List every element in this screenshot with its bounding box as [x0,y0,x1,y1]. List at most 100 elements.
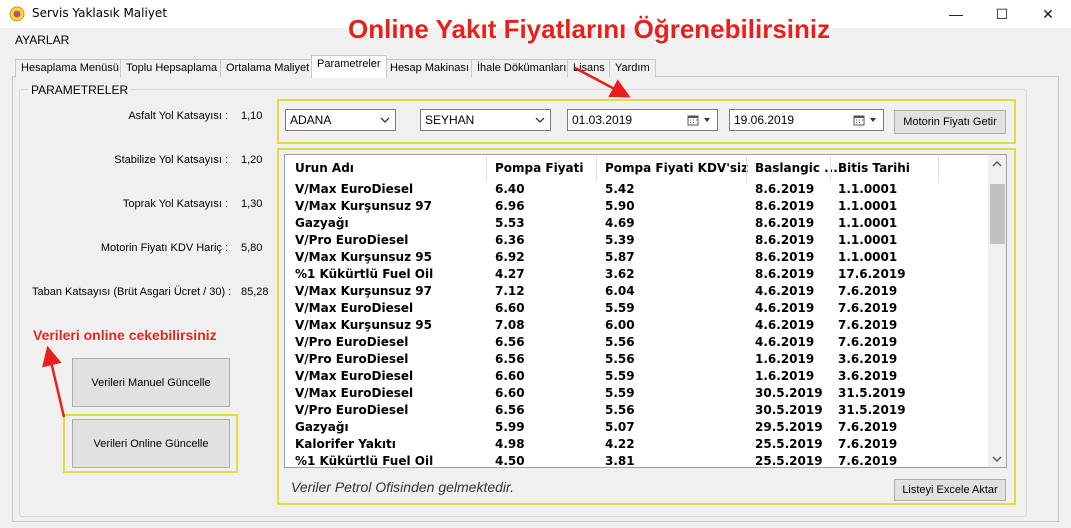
grid-cell[interactable]: 6.56 [495,403,525,417]
grid-cell[interactable]: 6.60 [495,386,525,400]
grid-cell[interactable]: 8.6.2019 [755,216,814,230]
column-header[interactable]: Pompa Fiyati KDV'siz [605,161,748,175]
grid-cell[interactable]: 4.50 [495,454,525,467]
column-divider[interactable] [938,156,939,182]
column-header[interactable]: Pompa Fiyati [495,161,584,175]
grid-cell[interactable]: 6.04 [605,284,635,298]
column-divider[interactable] [596,156,597,182]
grid-cell[interactable]: V/Pro EuroDiesel [295,335,408,349]
grid-cell[interactable]: 5.87 [605,250,635,264]
minimize-button[interactable]: — [933,0,979,28]
city-combobox[interactable]: ADANA [285,109,396,131]
grid-cell[interactable]: V/Pro EuroDiesel [295,403,408,417]
grid-cell[interactable]: 5.56 [605,403,635,417]
grid-cell[interactable]: V/Max Kurşunsuz 97 [295,199,432,213]
grid-cell[interactable]: 7.12 [495,284,525,298]
grid-cell[interactable]: 3.6.2019 [838,352,897,366]
get-fuel-price-button[interactable]: Motorin Fiyatı Getir [894,110,1006,134]
grid-cell[interactable]: %1 Kükürtlü Fuel Oil [295,454,433,467]
grid-cell[interactable]: 7.08 [495,318,525,332]
export-excel-button[interactable]: Listeyi Excele Aktar [894,479,1006,501]
grid-cell[interactable]: 1.1.0001 [838,233,897,247]
grid-cell[interactable]: 7.6.2019 [838,454,897,467]
grid-cell[interactable]: 4.6.2019 [755,335,814,349]
grid-cell[interactable]: 5.56 [605,352,635,366]
tab-ortalama-maliyet[interactable]: Ortalama Maliyet [220,59,316,77]
scrollbar-thumb[interactable] [990,184,1005,244]
grid-cell[interactable]: 1.1.0001 [838,250,897,264]
grid-cell[interactable]: 6.92 [495,250,525,264]
tab-ihale-dokumanlari[interactable]: İhale Dökümanları [471,59,573,77]
grid-cell[interactable]: 7.6.2019 [838,284,897,298]
grid-cell[interactable]: %1 Kükürtlü Fuel Oil [295,267,433,281]
column-divider[interactable] [830,156,831,182]
grid-cell[interactable]: 8.6.2019 [755,199,814,213]
grid-cell[interactable]: 5.90 [605,199,635,213]
grid-cell[interactable]: Kalorifer Yakıtı [295,437,396,451]
grid-cell[interactable]: 5.53 [495,216,525,230]
grid-cell[interactable]: 17.6.2019 [838,267,906,281]
grid-cell[interactable]: 5.99 [495,420,525,434]
grid-cell[interactable]: 7.6.2019 [838,420,897,434]
grid-cell[interactable]: 5.59 [605,301,635,315]
grid-cell[interactable]: 5.39 [605,233,635,247]
scroll-down-icon[interactable] [991,453,1003,465]
grid-cell[interactable]: 6.36 [495,233,525,247]
grid-cell[interactable]: 29.5.2019 [755,420,823,434]
tab-hesap-makinasi[interactable]: Hesap Makinası [384,59,475,77]
grid-cell[interactable]: 7.6.2019 [838,335,897,349]
grid-cell[interactable]: 8.6.2019 [755,250,814,264]
maximize-button[interactable]: ☐ [979,0,1025,28]
scroll-up-icon[interactable] [991,158,1003,170]
grid-cell[interactable]: V/Pro EuroDiesel [295,352,408,366]
grid-cell[interactable]: 1.6.2019 [755,352,814,366]
end-date-picker[interactable]: 19.06.2019 [729,109,884,131]
grid-cell[interactable]: 30.5.2019 [755,403,823,417]
grid-cell[interactable]: V/Max EuroDiesel [295,386,413,400]
close-button[interactable]: ✕ [1025,0,1071,28]
grid-cell[interactable]: 8.6.2019 [755,233,814,247]
grid-cell[interactable]: V/Pro EuroDiesel [295,233,408,247]
grid-cell[interactable]: 30.5.2019 [755,386,823,400]
menu-settings[interactable]: AYARLAR [15,33,69,47]
tab-toplu-hesaplama[interactable]: Toplu Hepsaplama [120,59,224,77]
column-divider[interactable] [746,156,747,182]
manual-update-button[interactable]: Verileri Manuel Güncelle [72,358,230,407]
grid-cell[interactable]: 5.59 [605,369,635,383]
grid-cell[interactable]: 1.1.0001 [838,199,897,213]
grid-cell[interactable]: 25.5.2019 [755,437,823,451]
grid-cell[interactable]: 4.27 [495,267,525,281]
tab-lisans[interactable]: Lisans [567,59,611,77]
grid-cell[interactable]: 4.98 [495,437,525,451]
column-header[interactable]: Bitis Tarihi [838,161,910,175]
grid-cell[interactable]: 6.40 [495,182,525,196]
column-divider[interactable] [486,156,487,182]
column-header[interactable]: Baslangic ... [755,161,838,175]
tab-yardim[interactable]: Yardım [609,59,656,77]
tab-parametreler[interactable]: Parametreler [311,55,387,78]
grid-cell[interactable]: 31.5.2019 [838,386,906,400]
online-update-button[interactable]: Verileri Online Güncelle [72,419,230,468]
grid-cell[interactable]: V/Max EuroDiesel [295,301,413,315]
tab-hesaplama-menusu[interactable]: Hesaplama Menüsü [15,59,125,77]
column-header[interactable]: Urun Adı [295,161,354,175]
grid-cell[interactable]: 3.62 [605,267,635,281]
grid-cell[interactable]: V/Max Kurşunsuz 97 [295,284,432,298]
grid-cell[interactable]: 5.56 [605,335,635,349]
grid-cell[interactable]: 8.6.2019 [755,267,814,281]
grid-cell[interactable]: 5.42 [605,182,635,196]
grid-cell[interactable]: 1.1.0001 [838,182,897,196]
grid-cell[interactable]: 4.6.2019 [755,318,814,332]
grid-cell[interactable]: 4.6.2019 [755,301,814,315]
grid-cell[interactable]: 7.6.2019 [838,437,897,451]
grid-cell[interactable]: 6.60 [495,301,525,315]
grid-cell[interactable]: V/Max EuroDiesel [295,182,413,196]
grid-cell[interactable]: 8.6.2019 [755,182,814,196]
start-date-picker[interactable]: 01.03.2019 [567,109,718,131]
grid-cell[interactable]: 6.96 [495,199,525,213]
grid-cell[interactable]: 3.81 [605,454,635,467]
grid-cell[interactable]: 6.56 [495,335,525,349]
district-combobox[interactable]: SEYHAN [420,109,551,131]
grid-cell[interactable]: 7.6.2019 [838,301,897,315]
fuel-price-grid[interactable]: Urun Adı Pompa Fiyati Pompa Fiyati KDV's… [284,154,1007,468]
